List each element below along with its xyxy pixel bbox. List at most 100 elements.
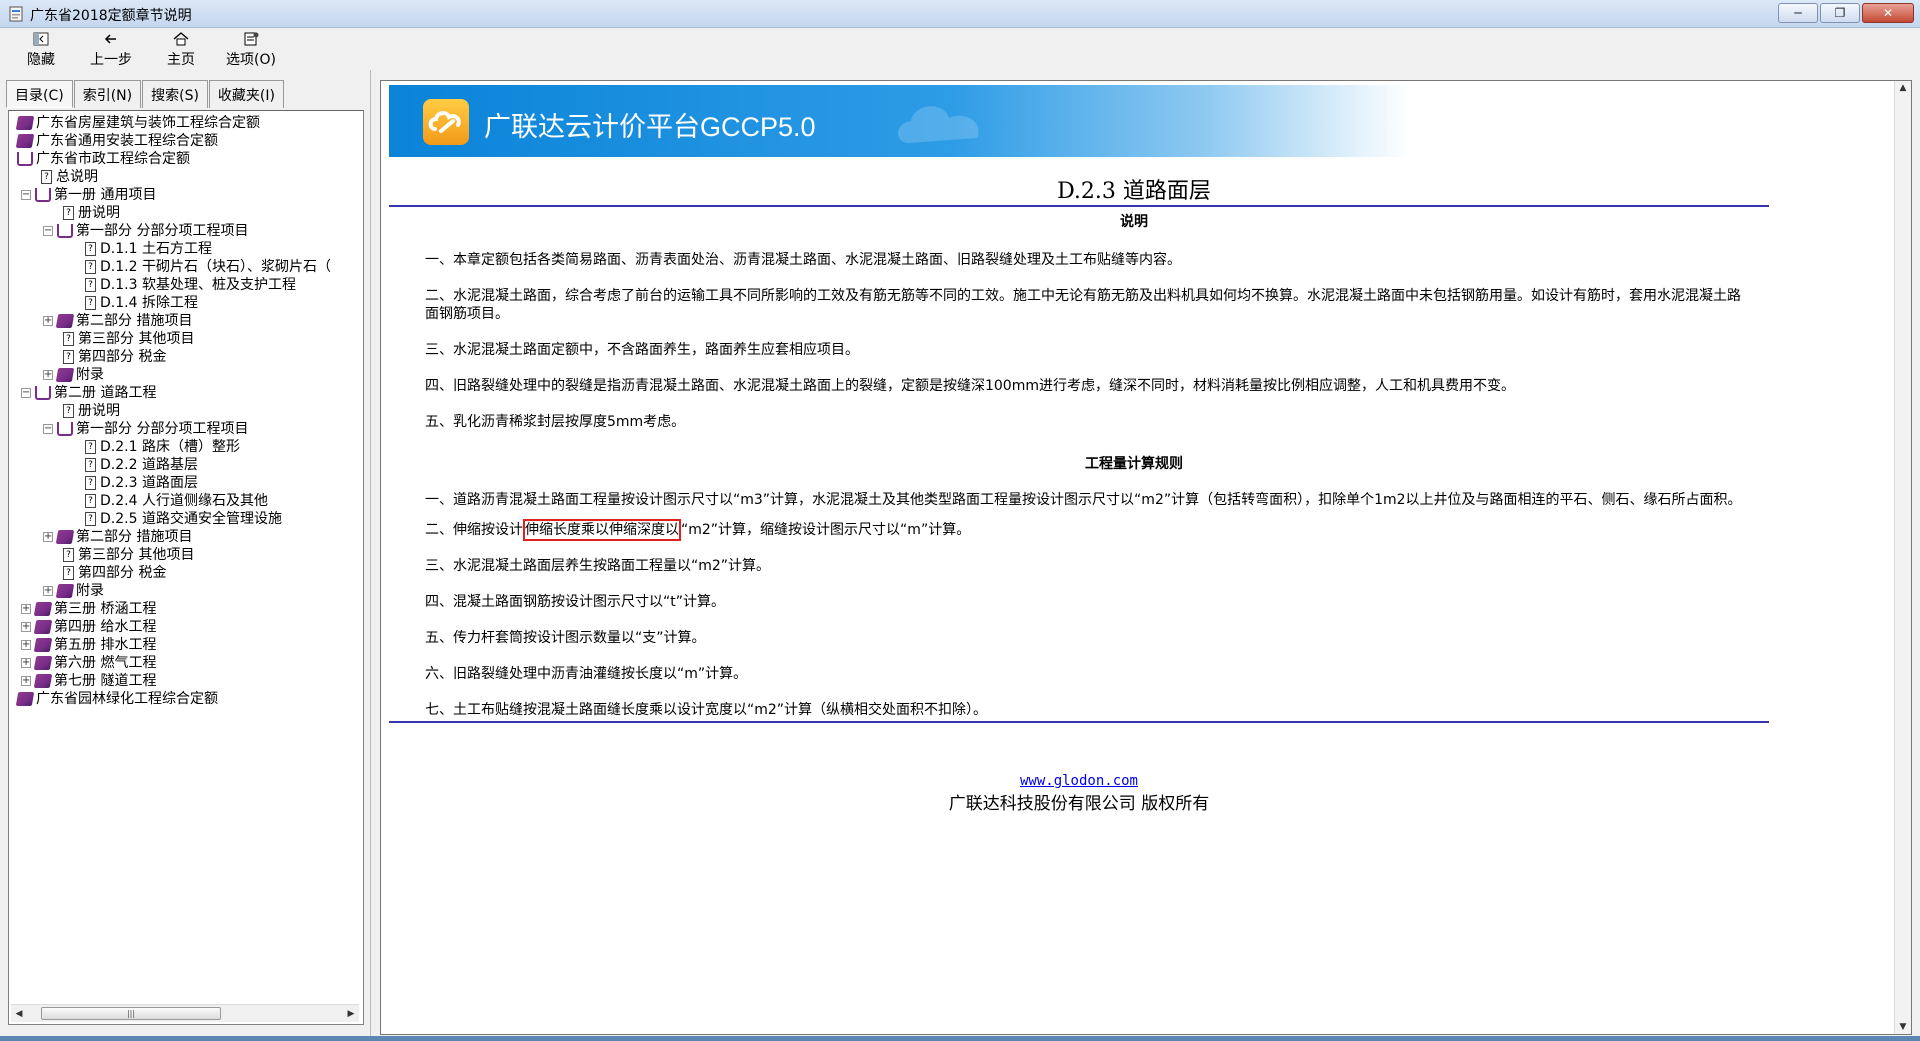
tree-node[interactable]: − 第二册 道路工程 (13, 384, 357, 402)
footer-divider (389, 721, 1769, 723)
tab-index[interactable]: 索引(N) (73, 80, 142, 108)
collapse-icon[interactable]: − (21, 190, 31, 200)
restore-icon: ❐ (1834, 6, 1846, 20)
expand-icon[interactable]: + (21, 640, 31, 650)
glodon-link[interactable]: www.glodon.com (1020, 773, 1138, 789)
help-page-icon: ? (85, 494, 96, 508)
options-icon (244, 32, 259, 45)
tree-node[interactable]: + 附录 (13, 582, 357, 600)
tree-node[interactable]: ? 册说明 (13, 204, 357, 222)
page-footer: www.glodon.com 广联达科技股份有限公司 版权所有 (389, 773, 1769, 814)
tab-search[interactable]: 搜索(S) (142, 80, 208, 108)
section-heading-rules: 工程量计算规则 (1085, 456, 1183, 472)
help-page-icon: ? (85, 458, 96, 472)
tree-node[interactable]: + 第七册 隧道工程 (13, 672, 357, 690)
section-heading-notes: 说明 (1120, 214, 1148, 230)
tree-node[interactable]: ? D.2.2 道路基层 (13, 456, 357, 474)
close-button[interactable]: ✕ (1862, 3, 1914, 23)
rule-paragraph: 一、道路沥青混凝土路面工程量按设计图示尺寸以“m3”计算，水泥混凝土及其他类型路… (425, 492, 1742, 508)
tree-node[interactable]: + 第三册 桥涵工程 (13, 600, 357, 618)
expand-icon[interactable]: + (21, 658, 31, 668)
tree-node[interactable]: ? 总说明 (13, 168, 357, 186)
tree-node[interactable]: 广东省园林绿化工程综合定额 (13, 690, 357, 708)
cloud-logo-icon (428, 111, 461, 133)
expand-icon[interactable]: + (43, 370, 53, 380)
tree-node[interactable]: + 第二部分 措施项目 (13, 528, 357, 546)
scroll-thumb[interactable]: ||| (41, 1007, 221, 1020)
back-button[interactable]: 上一步 (76, 28, 146, 70)
expand-icon[interactable]: + (21, 622, 31, 632)
minimize-button[interactable]: ─ (1778, 3, 1818, 23)
tree-node[interactable]: 广东省市政工程综合定额 (13, 150, 357, 168)
tree-node[interactable]: ? D.2.1 路床（槽）整形 (13, 438, 357, 456)
back-arrow-icon (104, 33, 116, 44)
tree-node[interactable]: ? D.1.2 干砌片石（块石）、浆砌片石（ (13, 258, 357, 276)
title-divider (389, 205, 1769, 207)
tree-node[interactable]: ? 第四部分 税金 (13, 348, 357, 366)
tree-node[interactable]: − 第一部分 分部分项工程项目 (13, 420, 357, 438)
collapse-icon[interactable]: − (43, 424, 53, 434)
scroll-right-icon[interactable]: ▶ (345, 1008, 357, 1020)
tree-node[interactable]: + 第二部分 措施项目 (13, 312, 357, 330)
tree-node[interactable]: + 第六册 燃气工程 (13, 654, 357, 672)
tree-node[interactable]: + 附录 (13, 366, 357, 384)
pane-splitter[interactable] (370, 70, 380, 1036)
open-book-icon (17, 152, 33, 166)
book-icon (15, 116, 35, 130)
book-icon (55, 314, 75, 328)
expand-icon[interactable]: + (43, 586, 53, 596)
tree-node[interactable]: ? D.2.4 人行道侧缘石及其他 (13, 492, 357, 510)
toolbar: 隐藏 上一步 主页 选项(O) (0, 28, 1920, 70)
window-controls: ─ ❐ ✕ (1778, 3, 1914, 23)
horizontal-scrollbar[interactable]: ◀ ||| ▶ (11, 1004, 359, 1022)
tree-node[interactable]: 广东省通用安装工程综合定额 (13, 132, 357, 150)
help-page-icon: ? (85, 296, 96, 310)
book-icon (15, 692, 35, 706)
help-page-icon: ? (63, 404, 74, 418)
tree-node[interactable]: ? D.2.5 道路交通安全管理设施 (13, 510, 357, 528)
book-icon (33, 656, 53, 670)
tree-node[interactable]: ? D.1.1 土石方工程 (13, 240, 357, 258)
document-body: D.2.3 道路面层 说明 一、本章定额包括各类简易路面、沥青表面处治、沥青混凝… (389, 163, 1879, 814)
expand-icon[interactable]: + (21, 676, 31, 686)
tree-node[interactable]: + 第四册 给水工程 (13, 618, 357, 636)
tree-node-selected[interactable]: ? D.2.3 道路面层 (13, 474, 357, 492)
tree-node[interactable]: − 第一册 通用项目 (13, 186, 357, 204)
hide-button[interactable]: 隐藏 (6, 28, 76, 70)
tree-node[interactable]: ? D.1.4 拆除工程 (13, 294, 357, 312)
vertical-scrollbar[interactable]: ▲ ▼ (1894, 81, 1911, 1034)
tree-node[interactable]: + 第五册 排水工程 (13, 636, 357, 654)
collapse-icon[interactable]: − (43, 226, 53, 236)
options-label: 选项(O) (226, 51, 276, 68)
scroll-up-icon[interactable]: ▲ (1898, 83, 1908, 93)
note-paragraph: 一、本章定额包括各类简易路面、沥青表面处治、沥青混凝土路面、水泥混凝土路面、旧路… (425, 252, 1181, 268)
tree-node[interactable]: ? 第三部分 其他项目 (13, 546, 357, 564)
scroll-down-icon[interactable]: ▼ (1898, 1022, 1908, 1032)
expand-icon[interactable]: + (21, 604, 31, 614)
tree-node[interactable]: − 第一部分 分部分项工程项目 (13, 222, 357, 240)
tree-node[interactable]: ? 第四部分 税金 (13, 564, 357, 582)
note-paragraph: 三、水泥混凝土路面定额中，不含路面养生，路面养生应套相应项目。 (425, 342, 859, 358)
expand-icon[interactable]: + (43, 532, 53, 542)
tree-node[interactable]: 广东省房屋建筑与装饰工程综合定额 (13, 114, 357, 132)
rule-paragraph: 三、水泥混凝土路面层养生按路面工程量以“m2”计算。 (425, 558, 771, 574)
rule-paragraph: 六、旧路裂缝处理中沥青油灌缝按长度以“m”计算。 (425, 666, 748, 682)
collapse-icon[interactable]: − (21, 388, 31, 398)
help-page-icon: ? (85, 260, 96, 274)
options-button[interactable]: 选项(O) (216, 28, 286, 70)
book-icon (55, 530, 75, 544)
tab-favorites[interactable]: 收藏夹(I) (208, 80, 284, 108)
open-book-icon (35, 188, 51, 202)
tree-node[interactable]: ? 册说明 (13, 402, 357, 420)
help-page-icon: ? (85, 476, 96, 490)
expand-icon[interactable]: + (43, 316, 53, 326)
rule2-prefix: 二、伸缩按设计 (425, 522, 523, 538)
contents-tree[interactable]: 广东省房屋建筑与装饰工程综合定额 广东省通用安装工程综合定额 广东省市政工程综合… (8, 110, 364, 1025)
tab-contents[interactable]: 目录(C) (6, 80, 73, 108)
home-icon (173, 31, 189, 45)
restore-button[interactable]: ❐ (1820, 3, 1860, 23)
tree-node[interactable]: ? D.1.3 软基处理、桩及支护工程 (13, 276, 357, 294)
tree-node[interactable]: ? 第三部分 其他项目 (13, 330, 357, 348)
home-button[interactable]: 主页 (146, 28, 216, 70)
scroll-left-icon[interactable]: ◀ (13, 1008, 25, 1020)
